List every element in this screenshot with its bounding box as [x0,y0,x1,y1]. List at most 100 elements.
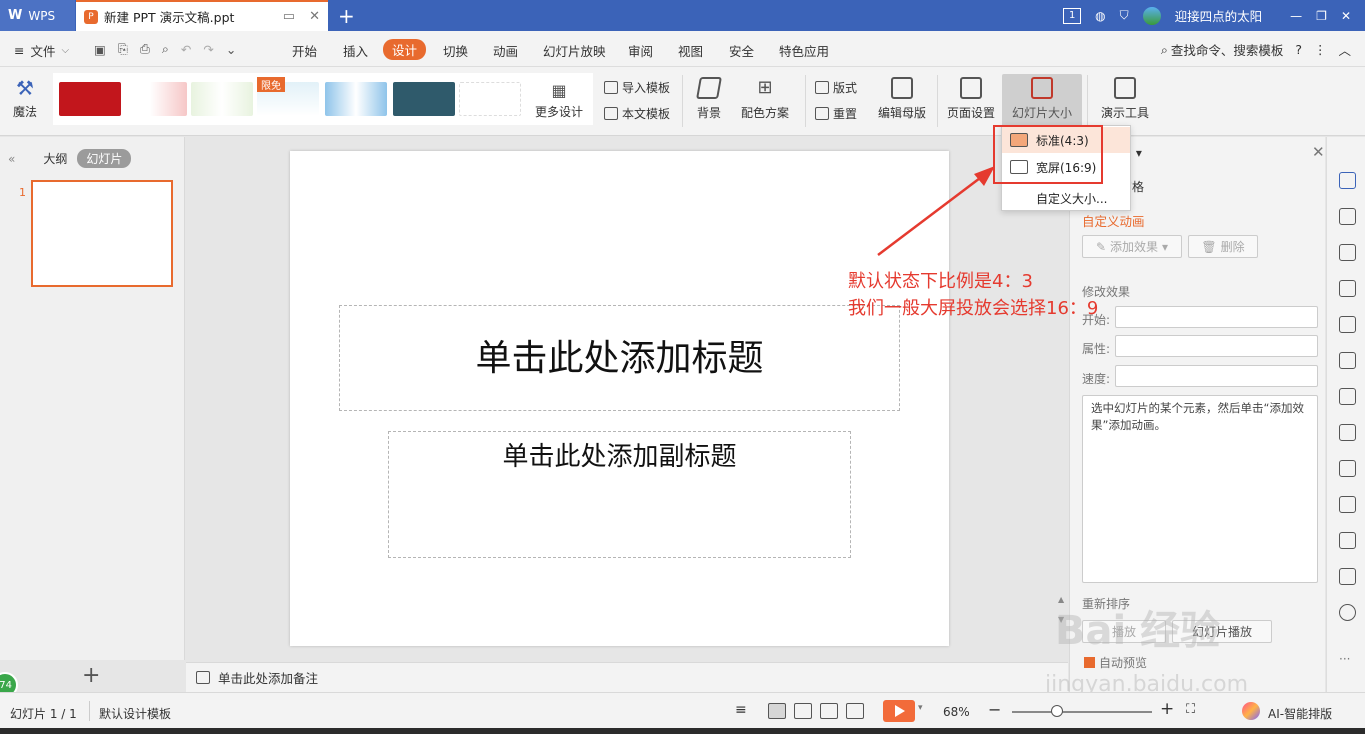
magic-button[interactable]: ⚒ 魔法 [10,76,40,120]
subtitle-placeholder[interactable]: 单击此处添加副标题 [388,431,851,558]
template-thumb-1[interactable] [59,82,121,116]
customize-icon[interactable]: ⌄ [226,42,236,57]
tab-design[interactable]: 设计 [383,39,427,60]
shirt-icon[interactable]: ⛉ [1120,8,1129,23]
play-slideshow-button[interactable] [883,700,915,722]
wps-home-tab[interactable]: W WPS [0,0,75,31]
color-scheme-button[interactable]: ⊞ 配色方案 [736,77,794,121]
layout-button[interactable]: 版式 [815,79,857,96]
more-icon[interactable]: ··· [1339,652,1350,666]
more-design-button[interactable]: ▦ 更多设计 [533,81,585,120]
start-select[interactable] [1115,306,1318,328]
page-setup-button[interactable]: 页面设置 [944,77,998,121]
document-tab[interactable]: P 新建 PPT 演示文稿.ppt ▭ ✕ [76,0,328,31]
collapse-panel-icon[interactable]: « [8,152,15,166]
tab-close-icon[interactable]: ✕ [309,9,320,24]
add-effect-button[interactable]: ✎ 添加效果 ▾ [1082,235,1182,258]
restore-icon[interactable]: ❐ [1316,9,1327,23]
slide-size-button[interactable]: 幻灯片大小 [1002,74,1082,129]
tab-home[interactable]: 开始 [292,41,317,60]
picture-icon[interactable] [1339,460,1356,477]
import-template-button[interactable]: 导入模板 [604,79,670,96]
text-template-button[interactable]: 本文模板 [604,105,670,122]
reading-view-icon[interactable] [820,703,838,719]
help-icon[interactable] [1339,604,1356,621]
settings-sliders-icon[interactable] [1339,280,1356,297]
presentation-tools-button[interactable]: 演示工具 [1094,77,1156,121]
background-button[interactable]: 背景 [690,77,728,121]
vertical-scrollbar[interactable]: ▲ ▼ [1056,137,1068,660]
minimize-icon[interactable]: — [1290,9,1302,23]
tab-animation[interactable]: 动画 [493,41,518,60]
redo-icon[interactable]: ↷ [203,42,213,57]
zoom-slider[interactable] [1012,711,1152,713]
slides-tab[interactable]: 幻灯片 [77,149,132,168]
file-menu[interactable]: ≡ 文件 ⌵ [14,41,69,60]
user-avatar[interactable] [1142,6,1161,25]
star-icon[interactable] [1339,352,1356,369]
play-options-chevron-icon[interactable]: ▾ [918,703,923,713]
add-slide-button[interactable]: + [82,663,100,688]
property-select[interactable] [1115,335,1318,357]
zoom-out-icon[interactable]: − [988,700,1001,719]
fit-window-icon[interactable]: ⛶ [1186,702,1195,717]
notes-bar[interactable]: 单击此处添加备注 [186,662,1068,692]
command-search[interactable]: ⌕ 查找命令、搜索模板 [1161,40,1284,59]
archive-icon[interactable] [1339,388,1356,405]
copy-icon[interactable] [1339,208,1356,225]
presenter-view-icon[interactable] [846,703,864,719]
reset-button[interactable]: 重置 [815,105,857,122]
share-icon[interactable] [1339,424,1356,441]
tab-restore-icon[interactable]: ▭ [283,9,295,24]
tab-view[interactable]: 视图 [678,41,703,60]
print-preview-icon[interactable]: ⌕ [162,41,169,57]
speed-select[interactable] [1115,365,1318,387]
zoom-slider-handle[interactable] [1051,705,1063,717]
audio-icon[interactable] [1339,496,1356,513]
ai-layout-button[interactable]: AI-智能排版 [1268,705,1332,722]
history-icon[interactable] [1339,568,1356,585]
format-painter-icon[interactable]: ⎘ [118,41,128,57]
skin-icon[interactable]: ◍ [1095,9,1105,23]
template-thumb-7[interactable] [459,82,521,116]
normal-view-icon[interactable] [768,703,786,719]
zoom-in-icon[interactable]: + [1160,699,1174,719]
edit-master-button[interactable]: 编辑母版 [876,77,928,121]
print-icon[interactable]: ⎙ [140,41,150,57]
template-name[interactable]: 默认设计模板 [99,705,171,722]
collapse-ribbon-icon[interactable]: ︿ [1338,40,1351,59]
tab-special-apps[interactable]: 特色应用 [779,41,829,60]
more-icon[interactable]: ⋮ [1314,42,1327,57]
title-placeholder[interactable]: 单击此处添加标题 [339,305,900,411]
shapes-icon[interactable] [1339,244,1356,261]
panel-close-icon[interactable]: ✕ [1312,143,1325,161]
template-thumb-3[interactable] [191,82,253,116]
tab-security[interactable]: 安全 [729,41,754,60]
animation-icon[interactable] [1339,172,1356,189]
zoom-level[interactable]: 68% [943,705,970,719]
shield-icon[interactable] [1339,532,1356,549]
template-thumb-6[interactable] [393,82,455,116]
auto-preview-checkbox[interactable]: 自动预览 [1084,654,1147,671]
slide-canvas[interactable]: 单击此处添加标题 单击此处添加副标题 [290,151,949,646]
tab-insert[interactable]: 插入 [343,41,368,60]
save-icon[interactable]: ▣ [94,42,106,57]
template-thumb-2[interactable] [125,82,187,116]
image-icon[interactable] [1339,316,1356,333]
outline-tab[interactable]: 大纲 [43,150,67,167]
delete-effect-button[interactable]: 🗑 删除 [1188,235,1258,258]
window-close-icon[interactable]: ✕ [1341,9,1351,23]
tab-review[interactable]: 审阅 [628,41,653,60]
sorter-view-icon[interactable] [794,703,812,719]
custom-size-option[interactable]: 自定义大小... [1002,185,1130,211]
tab-slideshow[interactable]: 幻灯片放映 [543,41,606,60]
user-name[interactable]: 迎接四点的太阳 [1175,6,1263,25]
new-tab-button[interactable]: + [338,4,355,28]
tab-transition[interactable]: 切换 [443,41,468,60]
notes-toggle-icon[interactable]: ≡ [735,702,747,718]
template-thumb-5[interactable] [325,82,387,116]
help-icon[interactable]: ? [1295,42,1302,57]
undo-icon[interactable]: ↶ [181,42,191,57]
window-count-badge[interactable]: 1 [1063,7,1082,24]
slide-thumbnail[interactable] [31,180,173,287]
